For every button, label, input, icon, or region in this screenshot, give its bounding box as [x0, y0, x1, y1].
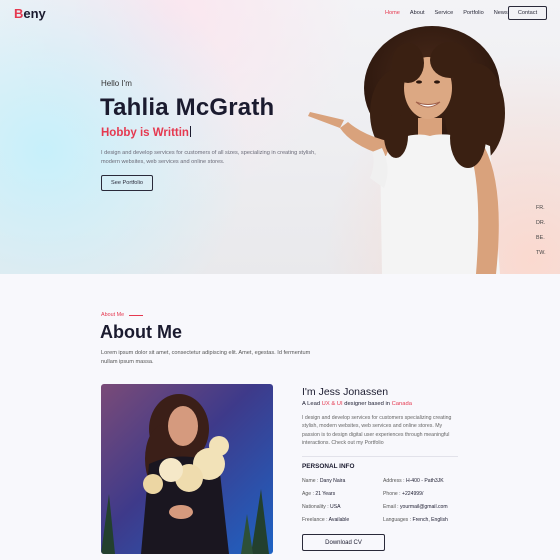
info-freelance: Freelance : Available [302, 517, 350, 523]
person-bio: I design and develop services for custom… [302, 415, 452, 447]
see-portfolio-button[interactable]: See Portfolio [101, 175, 153, 191]
nav-item-news[interactable]: News [494, 10, 508, 16]
info-address: Address : H-400 - Path3JK [383, 478, 444, 484]
hero-hobby: Hobby is Writtin [101, 126, 192, 139]
hero-greeting: Hello I'm [101, 79, 132, 88]
info-email: Email : yourmail@gmail.com [383, 504, 448, 510]
brand-logo[interactable]: Beny [14, 6, 46, 21]
info-nationality: Nationality : USA [302, 504, 341, 510]
divider [302, 456, 458, 457]
social-link-twitter[interactable]: TW. [536, 250, 546, 256]
info-age: Age : 21 Years [302, 491, 336, 497]
hero-section: Beny Home About Service Portfolio News C… [0, 0, 560, 274]
hero-description: I design and develop services for custom… [101, 150, 316, 165]
personal-info-title: PERSONAL INFO [302, 463, 355, 470]
info-name: Name : Dany Naira [302, 478, 346, 484]
section-title: About Me [100, 322, 182, 342]
info-phone: Phone : +224999/ [383, 491, 424, 497]
social-links: FR. DR. BE. TW. [536, 205, 546, 256]
section-description: Lorem ipsum dolor sit amet, consectetur … [101, 350, 311, 365]
person-name: I'm Jess Jonassen [302, 386, 389, 398]
social-link-dribbble[interactable]: DR. [536, 220, 546, 226]
hero-portrait-photo [308, 26, 505, 274]
nav-links: Home About Service Portfolio News [385, 10, 508, 16]
typing-caret [189, 126, 192, 137]
social-link-facebook[interactable]: FR. [536, 205, 546, 211]
hero-name: Tahlia McGrath [100, 94, 275, 121]
nav-item-portfolio[interactable]: Portfolio [463, 10, 484, 16]
about-portrait-photo [101, 384, 273, 554]
person-role: A Lead UX & UI designer based in Canada [302, 401, 412, 407]
section-tag: About Me [101, 312, 144, 318]
nav-item-about[interactable]: About [410, 10, 425, 16]
download-cv-button[interactable]: Download CV [302, 534, 385, 551]
social-link-behance[interactable]: BE. [536, 235, 546, 241]
info-languages: Languages : French, English [383, 517, 448, 523]
tag-line [129, 314, 144, 316]
nav-item-home[interactable]: Home [385, 10, 400, 16]
nav-item-service[interactable]: Service [435, 10, 454, 16]
